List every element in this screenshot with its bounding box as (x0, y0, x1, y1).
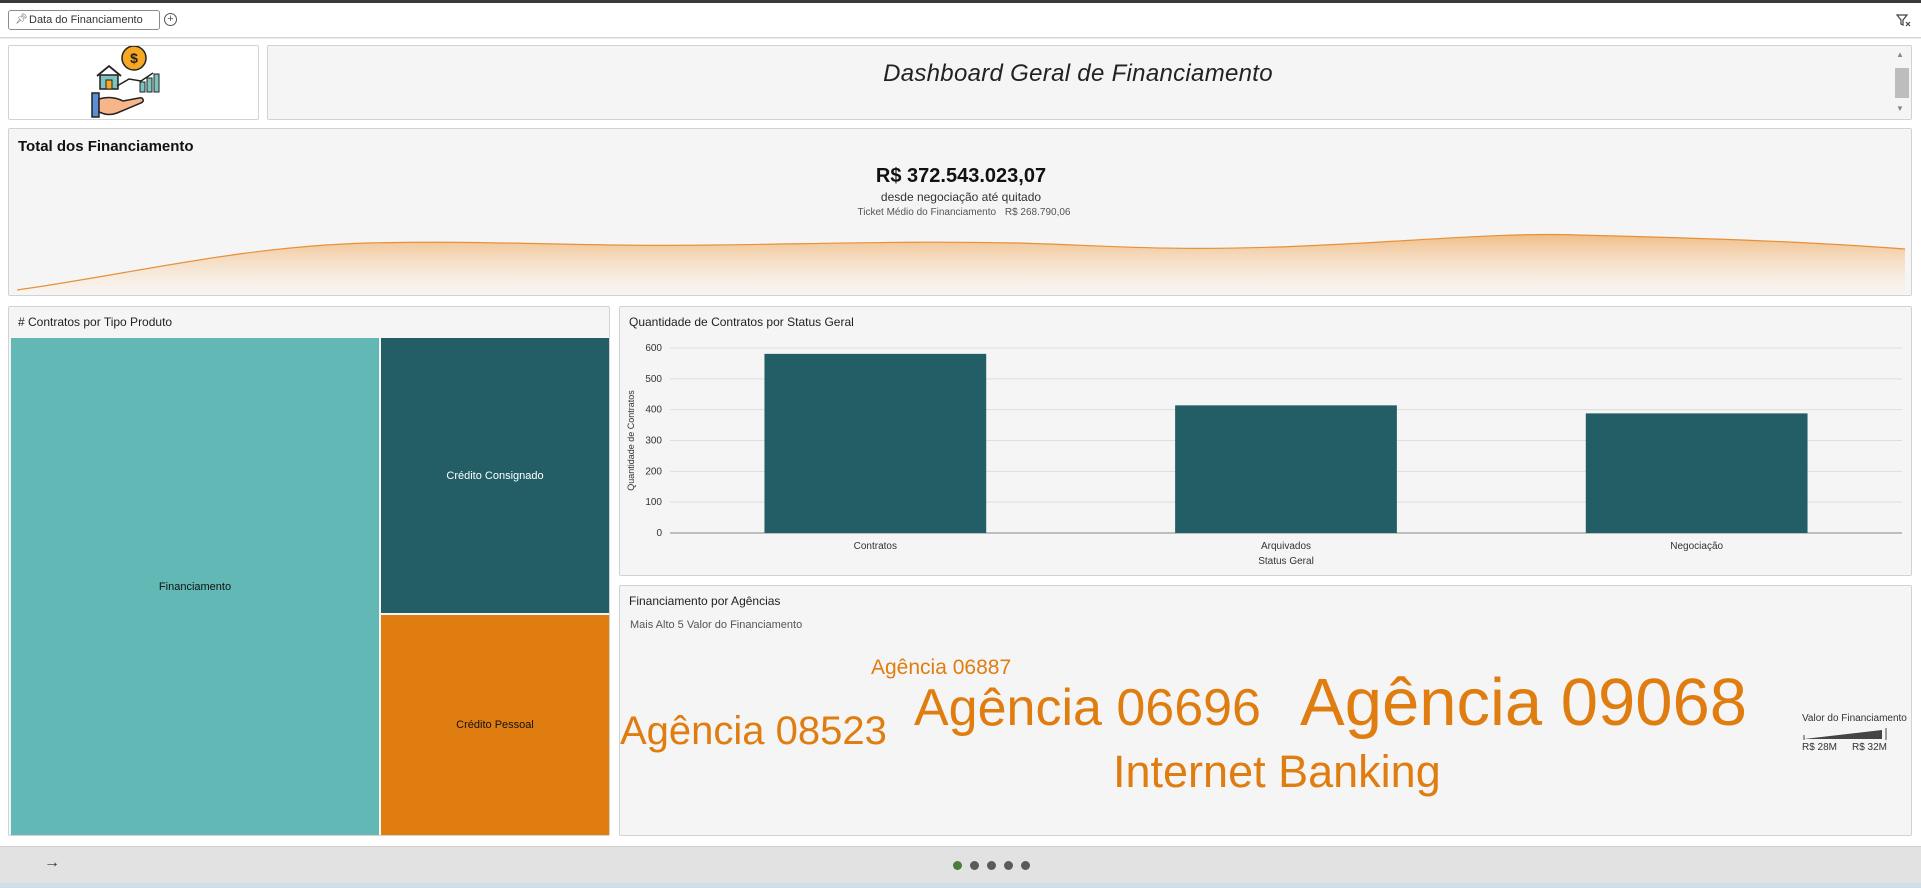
dashboard-canvas: $ Dashboard Geral de Financiamento ▲ ▼ T… (0, 39, 1921, 846)
x-axis-label: Status Geral (1258, 556, 1314, 567)
ticket-label: Ticket Médio do Financiamento (857, 207, 997, 218)
filter-chip-label: Data do Financiamento (29, 14, 143, 26)
treemap-tile-credito-pessoal[interactable]: Crédito Pessoal (381, 615, 609, 835)
legend-max: R$ 32M (1852, 742, 1888, 753)
total-value: R$ 372.543.023,07 (875, 165, 1047, 187)
page-dot[interactable] (1021, 861, 1030, 870)
page-dot[interactable] (953, 861, 962, 870)
financing-logo-icon: $ (91, 45, 160, 118)
bottom-strip (0, 883, 1921, 888)
page-dot[interactable] (1004, 861, 1013, 870)
scroll-thumb[interactable] (1895, 68, 1909, 98)
treemap-tile-financiamento[interactable]: Financiamento (11, 338, 379, 835)
y-axis-label: Quantidade de Contratos (626, 390, 636, 491)
legend-min: R$ 28M (1802, 742, 1838, 753)
word-cloud-subtitle: Mais Alto 5 Valor do Financiamento (630, 619, 803, 631)
y-tick-label: 400 (645, 405, 662, 416)
legend-title: Valor do Financiamento (1802, 713, 1907, 724)
x-tick-label: Negociação (1670, 541, 1723, 552)
total-sparkline (17, 233, 1905, 293)
total-heading: Total dos Financiamento (18, 138, 194, 155)
title-panel: Dashboard Geral de Financiamento ▲ ▼ (267, 45, 1912, 120)
dashboard-title: Dashboard Geral de Financiamento (883, 60, 1273, 87)
bar-negociação[interactable] (1585, 413, 1808, 533)
word-agencia-09068[interactable]: Agência 09068 (1300, 664, 1747, 741)
bar-arquivados[interactable] (1175, 405, 1397, 533)
bar-chart: 0 100 200 300 400 500 600 Contratos Arquivados Ne… (626, 343, 1902, 567)
treemap-label: Crédito Consignado (446, 469, 544, 482)
next-arrow-icon[interactable]: → (44, 854, 60, 872)
page-dot[interactable] (987, 861, 996, 870)
y-tick-label: 0 (656, 528, 662, 539)
word-agencia-06696[interactable]: Agência 06696 (914, 678, 1261, 738)
word-cloud-title: Financiamento por Agências (629, 594, 781, 608)
y-tick-label: 100 (645, 497, 662, 508)
filter-chip-data-financiamento[interactable]: 📌︎ Data do Financiamento (8, 10, 160, 30)
word-internet-banking[interactable]: Internet Banking (1113, 746, 1441, 798)
y-tick-label: 200 (645, 466, 662, 477)
y-tick-label: 600 (645, 343, 662, 354)
y-tick-label: 300 (645, 436, 662, 447)
treemap-panel: # Contratos por Tipo Produto Financiamen… (8, 306, 610, 836)
treemap-label: Crédito Pessoal (456, 719, 534, 731)
filter-icon[interactable] (1895, 12, 1911, 28)
y-tick-label: 500 (645, 374, 662, 385)
filter-bar: 📌︎ Data do Financiamento + (0, 3, 1921, 38)
word-agencia-06887[interactable]: Agência 06887 (871, 656, 1011, 680)
scroll-up-icon[interactable]: ▲ (1896, 50, 1904, 59)
x-tick-label: Arquivados (1261, 541, 1311, 552)
treemap-title: # Contratos por Tipo Produto (18, 315, 173, 329)
scroll-down-icon[interactable]: ▼ (1896, 104, 1904, 113)
title-scrollbar[interactable]: ▲ ▼ (1893, 50, 1909, 116)
page-dots (953, 861, 1038, 870)
page-dot[interactable] (970, 861, 979, 870)
pin-icon: 📌︎ (15, 14, 28, 25)
total-subtitle: desde negociação até quitado (880, 190, 1042, 204)
treemap-label: Financiamento (158, 580, 232, 593)
bar-chart-panel: Quantidade de Contratos por Status Geral… (619, 306, 1912, 576)
word-cloud-panel: Financiamento por Agências Mais Alto 5 V… (619, 585, 1912, 836)
svg-text:$: $ (130, 50, 138, 66)
x-tick-label: Contratos (854, 541, 897, 552)
add-filter-icon[interactable]: + (164, 13, 177, 26)
logo-panel: $ (8, 45, 259, 120)
bar-contratos[interactable] (764, 353, 987, 533)
footer-bar: → (0, 846, 1921, 883)
legend-ramp (1803, 728, 1887, 740)
word-agencia-08523[interactable]: Agência 08523 (620, 709, 887, 754)
ticket-medio: Ticket Médio do Financiamento R$ 268.790… (9, 207, 1913, 218)
ticket-value: R$ 268.790,06 (1004, 207, 1071, 218)
treemap-tile-credito-consignado[interactable]: Crédito Consignado (381, 338, 609, 613)
total-financing-panel: Total dos Financiamento R$ 372.543.023,0… (8, 128, 1912, 296)
